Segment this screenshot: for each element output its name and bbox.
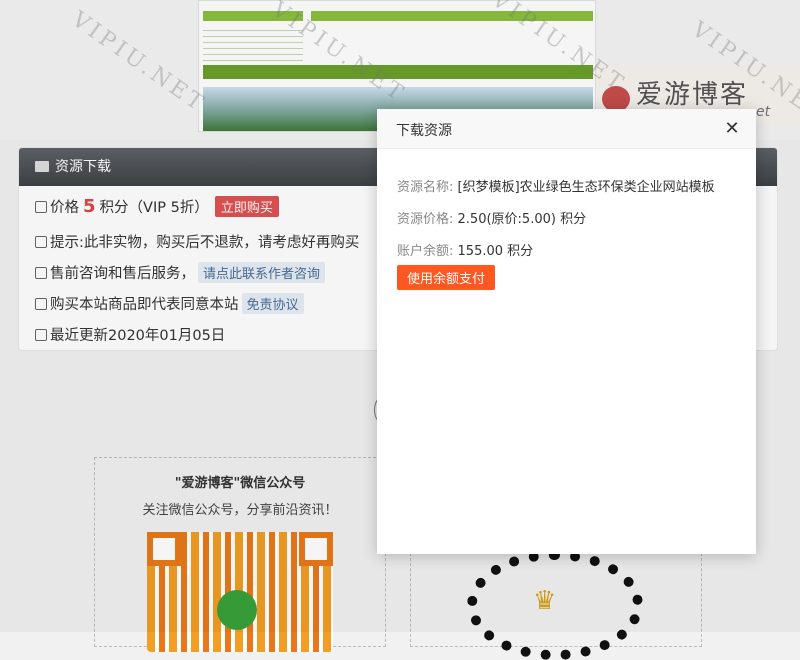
download-modal: 下载资源 ✕ 资源名称: [织梦模板]农业绿色生态环保类企业网站模板 资源价格:… [377,109,756,554]
account-balance: 155.00 积分 [457,244,534,259]
resource-name-row: 资源名称: [织梦模板]农业绿色生态环保类企业网站模板 [397,180,715,195]
close-icon[interactable]: ✕ [722,119,742,139]
account-balance-row: 账户余额: 155.00 积分 [397,244,534,259]
modal-header: 下载资源 ✕ [377,109,756,149]
resource-price-row: 资源价格: 2.50(原价:5.00) 积分 [397,212,587,227]
resource-name: [织梦模板]农业绿色生态环保类企业网站模板 [457,180,715,195]
pay-with-balance-button[interactable]: 使用余额支付 [397,265,496,290]
modal-title: 下载资源 [396,123,452,139]
resource-price: 2.50(原价:5.00) 积分 [457,212,587,227]
